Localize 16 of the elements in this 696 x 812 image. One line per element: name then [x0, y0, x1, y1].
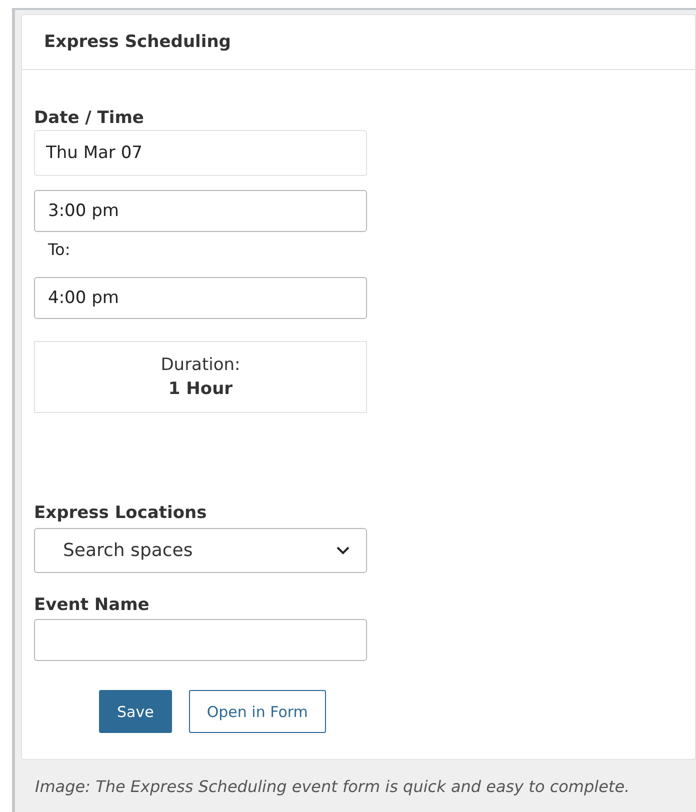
- field-label: Date / Time: [34, 108, 144, 128]
- chevron-down-icon: [336, 546, 350, 555]
- field-label: Event Name: [34, 595, 150, 615]
- duration-label: Duration:: [160, 355, 240, 375]
- open-form-button[interactable]: Open in Form: [188, 690, 326, 733]
- locations-dropdown[interactable]: Search spaces: [34, 528, 367, 573]
- save-button[interactable]: Save: [99, 690, 172, 733]
- duration-value: 1 Hour: [168, 379, 233, 399]
- field-label: Express Locations: [34, 503, 207, 523]
- end-time-field[interactable]: 4:00 pm: [34, 277, 367, 319]
- event-name-field[interactable]: [34, 619, 367, 661]
- to-label: To:: [48, 240, 70, 259]
- image-caption: Image: The Express Scheduling event form is quick and easy to complete.: [35, 776, 630, 796]
- panel-title: Express Scheduling: [44, 32, 231, 52]
- date-field[interactable]: Thu Mar 07: [34, 130, 367, 176]
- start-time-field[interactable]: 3:00 pm: [34, 190, 367, 232]
